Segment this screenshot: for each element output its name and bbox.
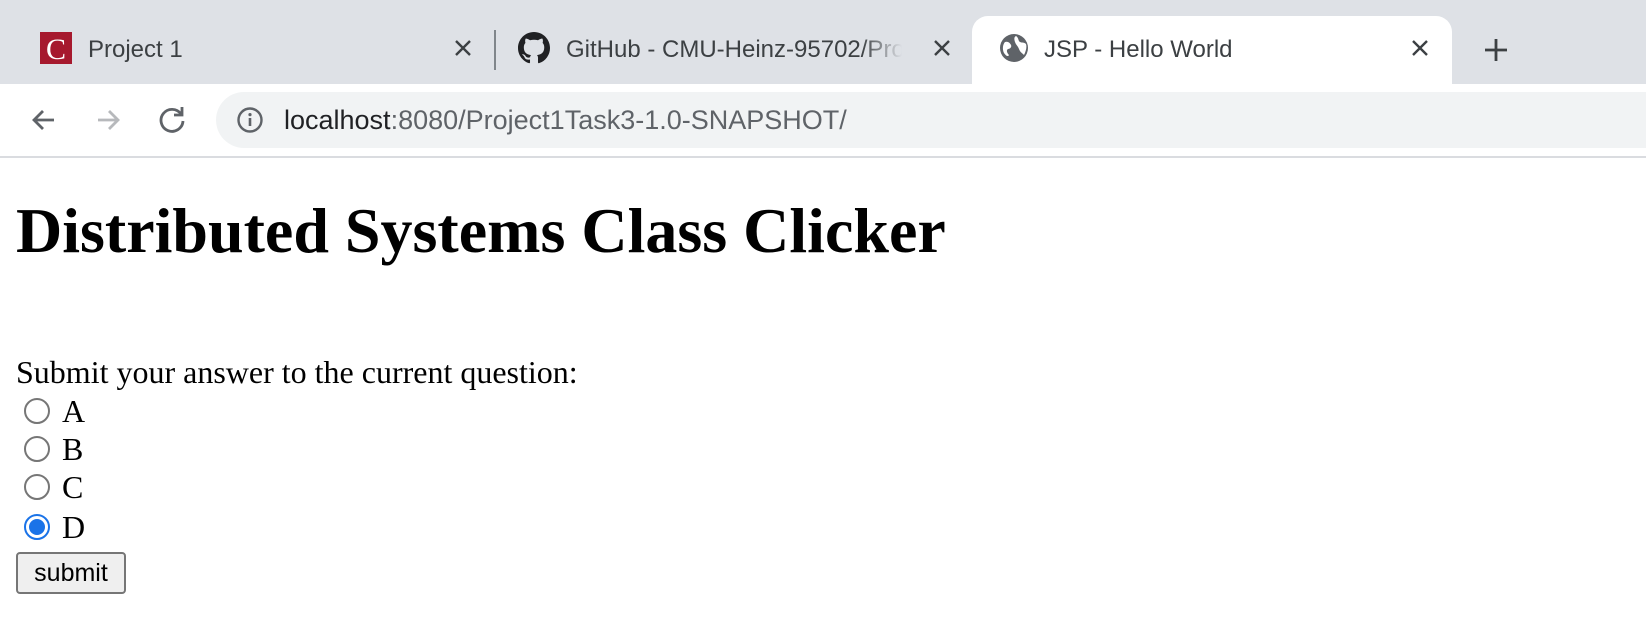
option-label: A <box>62 392 86 429</box>
svg-text:C: C <box>46 33 66 64</box>
tab-project-1[interactable]: C Project 1 <box>0 16 494 84</box>
radio-button-b[interactable] <box>24 436 50 462</box>
page-content: Distributed Systems Class Clicker Submit… <box>0 158 1646 644</box>
answer-option-c[interactable]: C <box>24 468 83 506</box>
address-bar[interactable]: localhost:8080/Project1Task3-1.0-SNAPSHO… <box>216 92 1646 148</box>
option-label: C <box>62 468 84 505</box>
answer-option-b[interactable]: B <box>24 430 83 468</box>
browser-toolbar: localhost:8080/Project1Task3-1.0-SNAPSHO… <box>0 84 1646 158</box>
tab-strip: C Project 1 GitHub - CMU-Heinz-95702/Pro… <box>0 0 1646 84</box>
answer-option-d[interactable]: D <box>24 508 85 546</box>
tab-github[interactable]: GitHub - CMU-Heinz-95702/Project-1 <box>494 16 972 84</box>
option-label: D <box>62 508 86 545</box>
option-label: B <box>62 430 84 467</box>
question-prompt: Submit your answer to the current questi… <box>16 354 578 390</box>
github-icon <box>518 32 550 64</box>
new-tab-plus-icon[interactable] <box>1482 36 1510 64</box>
submit-button[interactable]: submit <box>16 552 126 594</box>
globe-icon <box>998 32 1030 64</box>
url-host: localhost <box>284 105 391 135</box>
answer-option-a[interactable]: A <box>24 392 85 430</box>
back-arrow-icon[interactable] <box>26 102 62 138</box>
tab-title: JSP - Hello World <box>1044 36 1233 63</box>
radio-button-d[interactable] <box>24 514 50 540</box>
reload-icon[interactable] <box>154 102 190 138</box>
tab-jsp-hello-world[interactable]: JSP - Hello World <box>972 16 1452 84</box>
cmu-c-logo-icon: C <box>40 32 72 64</box>
page-title: Distributed Systems Class Clicker <box>16 195 946 266</box>
close-tab-icon[interactable] <box>451 36 475 60</box>
close-tab-icon[interactable] <box>1408 36 1432 60</box>
radio-button-c[interactable] <box>24 474 50 500</box>
info-icon[interactable] <box>236 106 264 134</box>
close-tab-icon[interactable] <box>930 36 954 60</box>
radio-button-a[interactable] <box>24 398 50 424</box>
forward-arrow-icon[interactable] <box>90 102 126 138</box>
url-path: :8080/Project1Task3-1.0-SNAPSHOT/ <box>390 105 847 135</box>
url-text: localhost:8080/Project1Task3-1.0-SNAPSHO… <box>284 104 847 136</box>
tab-title: Project 1 <box>88 36 183 63</box>
tab-title: GitHub - CMU-Heinz-95702/Project-1 <box>566 36 902 63</box>
